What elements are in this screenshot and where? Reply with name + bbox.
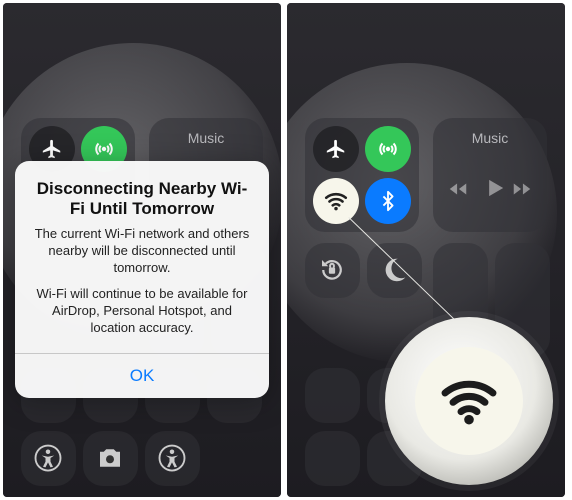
- cellular-data-toggle[interactable]: [365, 126, 411, 172]
- extra-tile[interactable]: [145, 431, 200, 486]
- lock-rotation-icon: [317, 255, 347, 285]
- wifi-icon: [323, 188, 349, 214]
- connectivity-group: [305, 118, 419, 232]
- prev-track-icon[interactable]: [447, 178, 469, 200]
- play-icon[interactable]: [481, 174, 509, 202]
- accessibility-icon: [33, 443, 63, 473]
- cellular-icon: [92, 137, 116, 161]
- bluetooth-toggle[interactable]: [365, 178, 411, 224]
- cellular-icon: [376, 137, 400, 161]
- do-not-disturb-toggle[interactable]: [367, 243, 422, 298]
- alert-ok-button[interactable]: OK: [15, 353, 269, 398]
- wifi-toggle[interactable]: [313, 178, 359, 224]
- screenshot-left: Music Disconnecting Nearby Wi-Fi Until T…: [3, 3, 281, 497]
- accessibility-icon: [157, 443, 187, 473]
- bluetooth-icon: [377, 190, 399, 212]
- music-tile[interactable]: Music: [433, 118, 547, 232]
- accessibility-button[interactable]: [21, 431, 76, 486]
- orientation-lock-toggle[interactable]: [305, 243, 360, 298]
- music-label: Music: [149, 130, 263, 146]
- next-track-icon[interactable]: [511, 178, 533, 200]
- wifi-callout-inner: [415, 347, 523, 455]
- flashlight-button[interactable]: [305, 368, 360, 423]
- extra-button[interactable]: [305, 431, 360, 486]
- airplane-icon: [41, 138, 63, 160]
- wifi-disconnect-alert: Disconnecting Nearby Wi-Fi Until Tomorro…: [15, 161, 269, 398]
- wifi-icon: [437, 369, 501, 433]
- camera-button-2[interactable]: [83, 431, 138, 486]
- screenshot-right: Music: [287, 3, 565, 497]
- airplane-mode-toggle[interactable]: [313, 126, 359, 172]
- alert-title: Disconnecting Nearby Wi-Fi Until Tomorro…: [31, 179, 253, 220]
- alert-body-1: The current Wi-Fi network and others nea…: [31, 226, 253, 277]
- alert-body-2: Wi-Fi will continue to be available for …: [31, 286, 253, 337]
- music-label: Music: [433, 130, 547, 146]
- wifi-callout-circle: [385, 317, 553, 485]
- airplane-icon: [325, 138, 347, 160]
- camera-icon: [95, 443, 125, 473]
